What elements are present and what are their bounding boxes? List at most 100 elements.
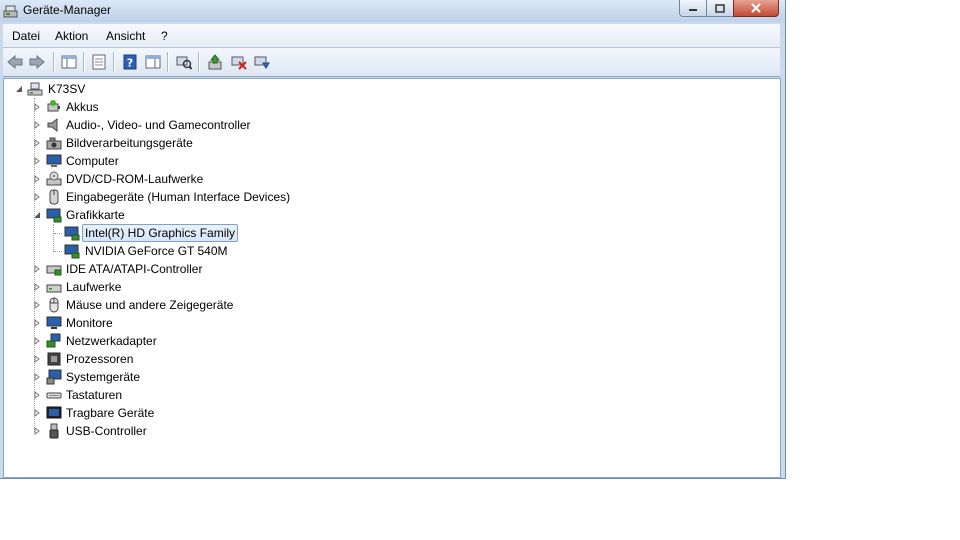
expand-toggle[interactable] <box>32 102 41 111</box>
expand-toggle[interactable] <box>32 300 41 309</box>
tree-item-drives[interactable]: Laufwerke <box>4 278 304 296</box>
menu-ansicht[interactable]: Ansicht <box>106 29 145 43</box>
expand-toggle[interactable] <box>32 318 41 327</box>
collapsed-triangle-icon <box>34 156 40 165</box>
hid-icon <box>49 189 59 205</box>
update-driver-icon <box>208 54 222 70</box>
tree-root[interactable]: K73SV <box>4 80 304 98</box>
tree-item-label: NVIDIA GeForce GT 540M <box>85 244 228 258</box>
collapse-toggle[interactable] <box>14 84 23 93</box>
action-pane-icon <box>145 55 161 69</box>
display-adapter-icon <box>64 226 80 241</box>
tree-item-hid[interactable]: Eingabegeräte (Human Interface Devices) <box>4 188 304 206</box>
back-button[interactable] <box>5 52 25 72</box>
toolbar: ? <box>3 48 780 77</box>
properties-icon <box>92 54 106 70</box>
expand-toggle[interactable] <box>32 426 41 435</box>
toolbar-separator <box>198 52 200 72</box>
tree-item-imaging[interactable]: Bildverarbeitungsgeräte <box>4 134 304 152</box>
tree-item-label: Computer <box>66 154 119 168</box>
expand-toggle[interactable] <box>32 408 41 417</box>
tree-item-akkus[interactable]: Akkus <box>4 98 304 116</box>
collapsed-triangle-icon <box>34 138 40 147</box>
tree-item-computer[interactable]: Computer <box>4 152 304 170</box>
tree-item-mice[interactable]: Mäuse und andere Zeigegeräte <box>4 296 304 314</box>
tree-item-label-selected: Intel(R) HD Graphics Family <box>82 224 239 242</box>
tree-item-usb[interactable]: USB-Controller <box>4 422 304 440</box>
tree-item-nvidia[interactable]: NVIDIA GeForce GT 540M <box>4 242 304 260</box>
tree-item-label: USB-Controller <box>66 424 147 438</box>
tree-item-monitors[interactable]: Monitore <box>4 314 304 332</box>
tree-item-portable[interactable]: Tragbare Geräte <box>4 404 304 422</box>
display-adapter-icon <box>46 208 62 223</box>
disk-drive-icon <box>46 284 62 293</box>
tree-item-label: Tragbare Geräte <box>66 406 155 420</box>
forward-button[interactable] <box>27 52 47 72</box>
menu-datei[interactable]: Datei <box>12 29 40 43</box>
portable-devices-icon <box>46 406 62 419</box>
menu-help[interactable]: ? <box>161 29 168 43</box>
scan-hardware-icon <box>176 56 192 70</box>
expand-toggle[interactable] <box>32 120 41 129</box>
expand-toggle[interactable] <box>32 174 41 183</box>
expanded-triangle-icon <box>15 85 22 92</box>
action-pane-button[interactable] <box>143 52 163 72</box>
tree-item-graphics[interactable]: Grafikkarte <box>4 206 304 224</box>
device-tree[interactable]: K73SV Akkus Audio-, Video- und Gamecontr… <box>3 78 781 478</box>
tree-item-intel-hd[interactable]: Intel(R) HD Graphics Family <box>4 224 304 242</box>
console-tree-icon <box>61 55 77 69</box>
disable-device-button[interactable] <box>229 52 249 72</box>
menu-bar: Datei Aktion Ansicht ? <box>3 24 780 48</box>
tree-item-system[interactable]: Systemgeräte <box>4 368 304 386</box>
usb-icon <box>49 423 59 439</box>
toolbar-separator <box>167 52 169 72</box>
title-bar[interactable]: Geräte-Manager <box>0 0 785 22</box>
tree-item-label: IDE ATA/ATAPI-Controller <box>66 262 203 276</box>
help-button[interactable]: ? <box>120 52 140 72</box>
expand-toggle[interactable] <box>32 354 41 363</box>
tree-item-label: Monitore <box>66 316 113 330</box>
close-button[interactable] <box>733 0 779 17</box>
tree-item-ide[interactable]: IDE ATA/ATAPI-Controller <box>4 260 304 278</box>
tree-item-dvd[interactable]: DVD/CD-ROM-Laufwerke <box>4 170 304 188</box>
expand-toggle[interactable] <box>32 336 41 345</box>
expand-toggle[interactable] <box>32 138 41 147</box>
tree-item-processors[interactable]: Prozessoren <box>4 350 304 368</box>
console-tree-button[interactable] <box>59 52 79 72</box>
network-adapter-icon <box>46 333 61 348</box>
expand-toggle[interactable] <box>32 390 41 399</box>
collapsed-triangle-icon <box>34 354 40 363</box>
collapsed-triangle-icon <box>34 174 40 183</box>
computer-icon <box>46 154 62 167</box>
display-adapter-icon <box>64 244 80 259</box>
tree-item-label: Laufwerke <box>66 280 122 294</box>
tree-item-network[interactable]: Netzwerkadapter <box>4 332 304 350</box>
computer-root-icon <box>27 82 43 96</box>
minimize-button[interactable] <box>679 0 707 17</box>
uninstall-device-button[interactable] <box>252 52 272 72</box>
scan-hardware-button[interactable] <box>174 52 194 72</box>
collapse-toggle[interactable] <box>32 210 41 219</box>
properties-button[interactable] <box>89 52 109 72</box>
expand-toggle[interactable] <box>32 372 41 381</box>
collapsed-triangle-icon <box>34 336 40 345</box>
expand-toggle[interactable] <box>32 192 41 201</box>
expand-toggle[interactable] <box>32 264 41 273</box>
uninstall-device-icon <box>254 56 270 69</box>
toolbar-separator <box>113 52 115 72</box>
collapsed-triangle-icon <box>34 192 40 201</box>
expand-toggle[interactable] <box>32 156 41 165</box>
menu-aktion[interactable]: Aktion <box>55 29 88 43</box>
collapsed-triangle-icon <box>34 426 40 435</box>
tree-item-audio[interactable]: Audio-, Video- und Gamecontroller <box>4 116 304 134</box>
tree-root-label: K73SV <box>48 82 86 96</box>
tree-item-label: Netzwerkadapter <box>66 334 157 348</box>
tree-item-keyboards[interactable]: Tastaturen <box>4 386 304 404</box>
expand-toggle[interactable] <box>32 282 41 291</box>
maximize-button[interactable] <box>706 0 734 17</box>
tree-item-label: Systemgeräte <box>66 370 141 384</box>
update-driver-button[interactable] <box>205 52 225 72</box>
toolbar-separator <box>83 52 85 72</box>
collapsed-triangle-icon <box>34 300 40 309</box>
help-icon: ? <box>123 54 137 70</box>
